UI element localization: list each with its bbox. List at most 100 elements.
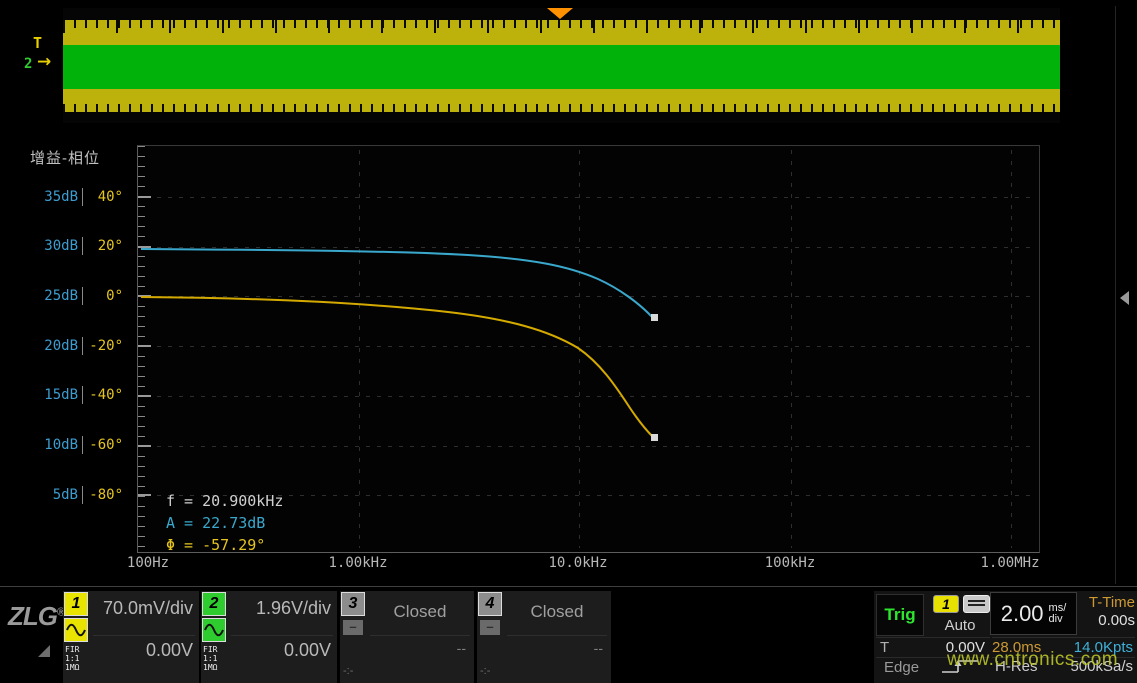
channel4-state: Closed [507, 602, 607, 622]
channel3-offset-placeholder: -- [457, 640, 466, 656]
horizontal-delay: 28.0ms [992, 639, 1041, 656]
channel3-probe-placeholder: -:- [343, 665, 353, 677]
gain-tick-label: 30dB [28, 238, 78, 254]
phase-tick-label: -20° [87, 338, 123, 354]
side-panel-divider [1115, 6, 1116, 584]
trigger-level-label: T [880, 639, 889, 656]
timebase-unit-top: ms/ [1049, 603, 1067, 614]
y-axis-row: 15dB -40° [28, 385, 124, 405]
attenuation-label: 1:1 [65, 654, 79, 663]
acquisition-mode: H-Res [995, 658, 1038, 675]
phase-tick-label: 20° [87, 238, 123, 254]
channel2-badge[interactable]: 2 [202, 592, 226, 616]
channel4-badge[interactable]: 4 [478, 592, 502, 616]
channel4-offset-placeholder: -- [594, 640, 603, 656]
channel1-vdiv: 70.0mV/div [103, 598, 193, 619]
channel3-coupling-icon: – [343, 620, 363, 635]
phase-tick-label: 0° [87, 288, 123, 304]
y-axis-row: 25dB 0° [28, 286, 124, 306]
logo-hatch-icon [38, 645, 50, 657]
attenuation-label: 1:1 [203, 654, 217, 663]
phase-tick-label: -80° [87, 487, 123, 503]
gain-tick-label: 20dB [28, 338, 78, 354]
cursor-frequency: f = 20.900kHz [166, 490, 283, 512]
gain-cursor-marker[interactable] [651, 314, 658, 321]
bode-plot-canvas[interactable]: f = 20.900kHz A = 22.73dB Φ = -57.29° [137, 145, 1040, 553]
channel2-position-marker[interactable]: 2 [24, 56, 32, 72]
impedance-label: 1MΩ [65, 663, 79, 672]
timebase-button[interactable]: 2.00 ms/ div [990, 592, 1077, 635]
trigger-mode: Auto [928, 617, 992, 634]
oscilloscope-screen: T 2 → 增益-相位 35dB40° 30dB20° 25dB0° 20dB-… [0, 0, 1137, 683]
trigger-level-marker[interactable]: T [33, 34, 42, 52]
channel2-vdiv: 1.96V/div [256, 598, 331, 619]
axis-divider [82, 287, 83, 305]
divider [231, 635, 333, 636]
gain-tick-label: 15dB [28, 387, 78, 403]
sample-rate: 500kSa/s [1045, 658, 1133, 675]
axis-divider [82, 237, 83, 255]
x-tick-label: 10.0kHz [548, 555, 607, 571]
ch2-waveform-band [63, 45, 1060, 89]
trigger-status-label: Trig [884, 605, 915, 625]
waveform-overview[interactable] [63, 8, 1060, 123]
filter-label: FIR [203, 645, 217, 654]
y-axis-row: 10dB -60° [28, 435, 124, 455]
phase-cursor-marker[interactable] [651, 434, 658, 441]
brand-logo-text: ZLG [8, 601, 57, 631]
channel2-probe-info: FIR 1:1 1MΩ [203, 645, 217, 672]
brand-logo: ZLG® [8, 601, 64, 632]
trigger-horizontal-panel: Trig 1 Auto T 0.00V Edge 2.00 ms/ div T-… [874, 591, 1137, 683]
phase-tick-label: -40° [87, 387, 123, 403]
divider [876, 637, 990, 638]
y-axis-row: 5dB-80° [28, 485, 124, 505]
channel2-coupling-icon[interactable] [202, 618, 226, 642]
ruler-ticks-bottom [63, 104, 1060, 112]
divider [370, 635, 470, 636]
channel4-box[interactable]: 4 – Closed -- -:- [477, 591, 611, 683]
cursor-readout: f = 20.900kHz A = 22.73dB Φ = -57.29° [166, 490, 283, 556]
trigger-arrow-icon: → [37, 52, 51, 72]
gain-tick-label: 10dB [28, 437, 78, 453]
channel2-offset: 0.00V [284, 640, 331, 661]
channel1-offset: 0.00V [146, 640, 193, 661]
channel4-probe-placeholder: -:- [480, 665, 490, 677]
trigger-status-button[interactable]: Trig [876, 594, 924, 636]
phase-tick-label: -60° [87, 437, 123, 453]
record-length: 14.0Kpts [1045, 639, 1133, 656]
y-axis-row: 20dB -20° [28, 336, 124, 356]
timebase-unit: ms/ div [1049, 603, 1067, 625]
ruler-ticks-top-major [63, 20, 1060, 33]
channel1-box[interactable]: 1 FIR 1:1 1MΩ 70.0mV/div 0.00V [63, 591, 199, 683]
trigger-type: Edge [884, 659, 919, 676]
x-tick-label: 100Hz [127, 555, 169, 571]
x-tick-label: 100kHz [765, 555, 816, 571]
t-time-value: 0.00s [1080, 612, 1135, 629]
side-panel-collapse-icon[interactable] [1120, 291, 1129, 305]
filter-label: FIR [65, 645, 79, 654]
axis-divider [82, 337, 83, 355]
gain-tick-label: 25dB [28, 288, 78, 304]
channel3-box[interactable]: 3 – Closed -- -:- [340, 591, 474, 683]
status-bar: ZLG® 1 FIR 1:1 1MΩ 70.0mV/div 0.00V 2 [0, 586, 1137, 683]
trigger-source-badge[interactable]: 1 [933, 595, 959, 613]
y-axis-row: 35dB40° [28, 187, 124, 207]
cursor-gain: A = 22.73dB [166, 512, 283, 534]
divider [507, 635, 607, 636]
trigger-coupling-icon[interactable] [963, 595, 990, 613]
channel1-coupling-icon[interactable] [64, 618, 88, 642]
channel1-badge[interactable]: 1 [64, 592, 88, 616]
channel3-state: Closed [370, 602, 470, 622]
axis-divider [82, 486, 83, 504]
timebase-scale: 2.00 [1001, 601, 1044, 627]
divider [992, 637, 1135, 638]
channel2-box[interactable]: 2 FIR 1:1 1MΩ 1.96V/div 0.00V [201, 591, 337, 683]
axis-divider [82, 188, 83, 206]
trigger-level-value: 0.00V [905, 639, 985, 656]
x-tick-label: 1.00kHz [328, 555, 387, 571]
y-axis-row: 30dB 20° [28, 236, 124, 256]
channel1-probe-info: FIR 1:1 1MΩ [65, 645, 79, 672]
rising-edge-icon [938, 657, 984, 675]
channel3-badge[interactable]: 3 [341, 592, 365, 616]
trigger-position-icon[interactable] [547, 8, 573, 19]
